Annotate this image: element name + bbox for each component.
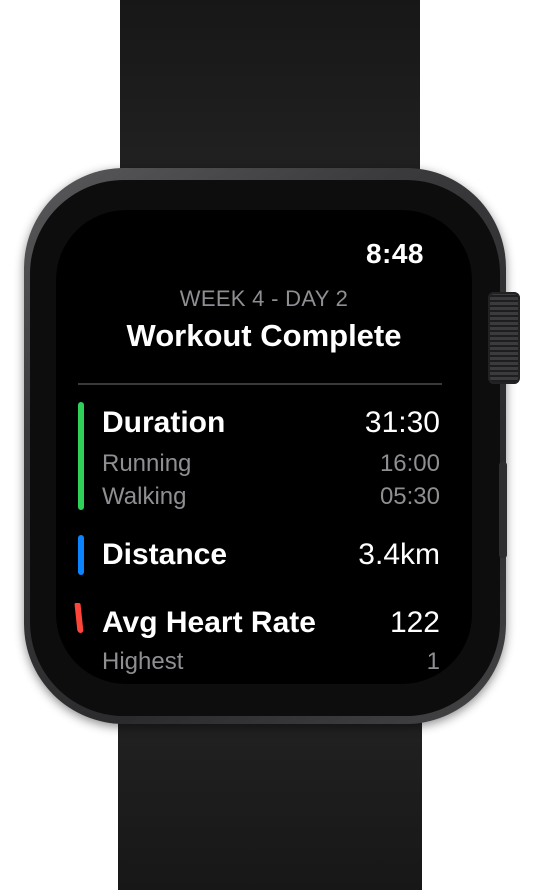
duration-label: Duration (102, 406, 226, 439)
running-label: Running (102, 450, 192, 477)
duration-value: 31:30 (364, 406, 440, 439)
heart-rate-color-bar (74, 603, 84, 633)
heart-rate-value: 122 (389, 606, 440, 639)
walking-label: Walking (102, 483, 187, 510)
running-value: 16:00 (379, 450, 440, 477)
page-title: Workout Complete (126, 318, 402, 353)
side-button[interactable] (499, 462, 507, 558)
workout-week-day: WEEK 4 - DAY 2 (179, 286, 349, 311)
header-divider (78, 383, 442, 385)
distance-label: Distance (102, 538, 228, 571)
duration-color-bar (78, 402, 84, 510)
digital-crown[interactable] (488, 292, 520, 384)
heart-rate-label: Avg Heart Rate (102, 606, 316, 639)
distance-color-bar (78, 535, 84, 575)
highest-label: Highest (102, 648, 184, 675)
watch-band-bottom (118, 700, 422, 890)
distance-value: 3.4km (358, 538, 440, 571)
watch-render: 8:48 WEEK 4 - DAY 2 Workout Complete Dur… (0, 0, 540, 890)
status-time: 8:48 (365, 238, 424, 269)
highest-value: 1 (426, 648, 440, 675)
walking-value: 05:30 (379, 483, 440, 510)
watch-screen: 8:48 WEEK 4 - DAY 2 Workout Complete Dur… (56, 210, 472, 684)
